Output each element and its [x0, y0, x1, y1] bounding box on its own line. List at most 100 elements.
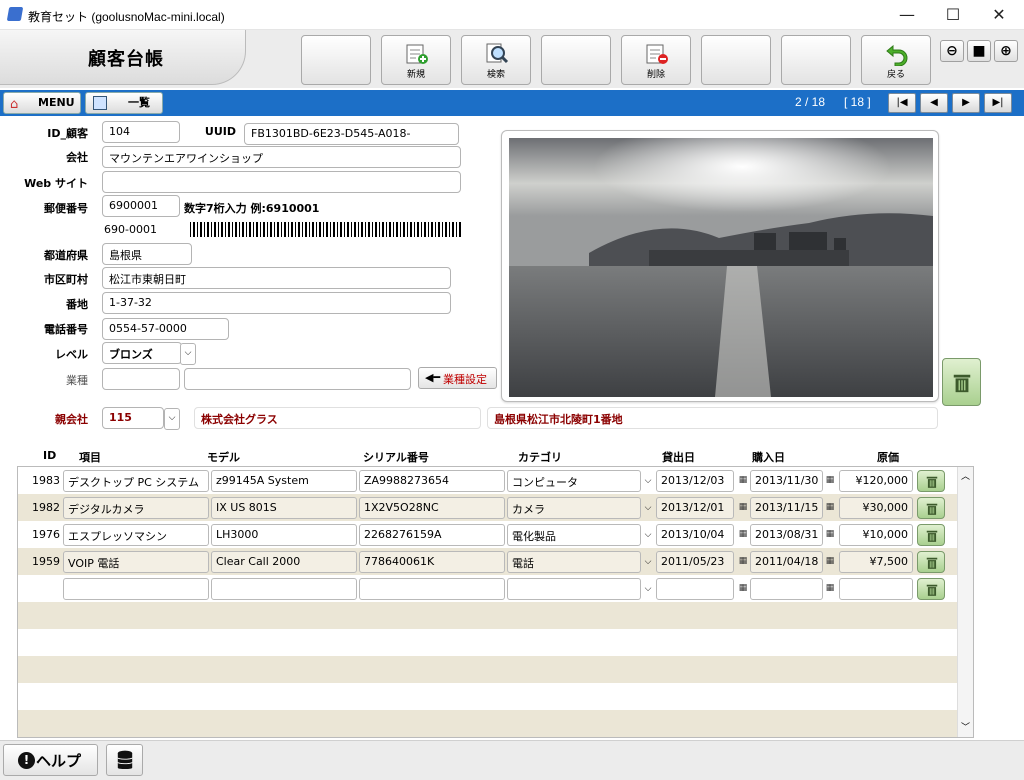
- cell-cost[interactable]: ¥120,000: [839, 470, 913, 492]
- category-dropdown-icon[interactable]: ⌵: [641, 524, 655, 546]
- cell-model[interactable]: IX US 801S: [211, 497, 357, 519]
- toolbar-blank-button-3[interactable]: [701, 35, 771, 85]
- zip-label: 郵便番号: [44, 202, 88, 215]
- row-id: 1982: [32, 501, 60, 514]
- back-button[interactable]: 戻る: [861, 35, 931, 85]
- calendar-icon[interactable]: ▦: [823, 552, 837, 572]
- cell-serial[interactable]: ZA9988273654: [359, 470, 505, 492]
- cell-buy[interactable]: 2013/11/15: [750, 497, 823, 519]
- cell-serial[interactable]: 778640061K: [359, 551, 505, 573]
- toolbar-blank-button-1[interactable]: [301, 35, 371, 85]
- zoom-out-button[interactable]: ⊖: [940, 40, 964, 62]
- search-button[interactable]: 検索: [461, 35, 531, 85]
- calendar-icon[interactable]: ▦: [736, 471, 750, 491]
- cell-lend[interactable]: 2013/10/04: [656, 524, 734, 546]
- menu-button[interactable]: ⌂ MENU: [3, 92, 81, 114]
- website-field[interactable]: [102, 171, 461, 193]
- category-dropdown-icon[interactable]: ⌵: [641, 497, 655, 519]
- delete-photo-button[interactable]: [942, 358, 981, 406]
- cell-cost[interactable]: ¥7,500: [839, 551, 913, 573]
- database-button[interactable]: [106, 744, 143, 776]
- category-dropdown-icon[interactable]: ⌵: [641, 551, 655, 573]
- cell-buy[interactable]: 2011/04/18: [750, 551, 823, 573]
- industry-settings-button[interactable]: ◀━ 業種設定: [418, 367, 497, 389]
- level-dropdown-icon[interactable]: ⌵: [180, 343, 196, 365]
- maximize-button[interactable]: ☐: [930, 2, 976, 28]
- toolbar-blank-button-2[interactable]: [541, 35, 611, 85]
- cell-buy[interactable]: 2013/11/30: [750, 470, 823, 492]
- delete-row-button[interactable]: [917, 497, 945, 519]
- cell-model[interactable]: Clear Call 2000: [211, 551, 357, 573]
- parent-dropdown-icon[interactable]: ⌵: [164, 408, 180, 430]
- cell-model[interactable]: LH3000: [211, 524, 357, 546]
- equipment-table: 1983 デスクトップ PC システム z99145A System ZA998827…: [17, 466, 974, 738]
- phone-field[interactable]: 0554-57-0000: [102, 318, 229, 340]
- scroll-down-icon[interactable]: ﹀: [961, 720, 970, 733]
- cell-lend[interactable]: 2013/12/03: [656, 470, 734, 492]
- cell-lend[interactable]: 2013/12/01: [656, 497, 734, 519]
- cell-item[interactable]: [63, 578, 209, 600]
- calendar-icon[interactable]: ▦: [736, 579, 750, 599]
- list-button[interactable]: 一覧: [85, 92, 163, 114]
- cell-category[interactable]: 電話: [507, 551, 641, 573]
- calendar-icon[interactable]: ▦: [823, 471, 837, 491]
- delete-row-button[interactable]: [917, 470, 945, 492]
- close-button[interactable]: ✕: [976, 2, 1022, 28]
- photo-frame[interactable]: [501, 130, 939, 402]
- cell-item[interactable]: デスクトップ PC システム: [63, 470, 209, 492]
- calendar-icon[interactable]: ▦: [823, 525, 837, 545]
- category-dropdown-icon[interactable]: ⌵: [641, 470, 655, 492]
- cell-model[interactable]: [211, 578, 357, 600]
- cell-serial[interactable]: [359, 578, 505, 600]
- cell-cost[interactable]: ¥30,000: [839, 497, 913, 519]
- city-field[interactable]: 松江市東朝日町: [102, 267, 451, 289]
- minimize-button[interactable]: —: [884, 2, 930, 28]
- help-button[interactable]: ! ヘルプ: [3, 744, 98, 776]
- address-field[interactable]: 1-37-32: [102, 292, 451, 314]
- new-button[interactable]: 新規: [381, 35, 451, 85]
- stop-button[interactable]: ■: [967, 40, 991, 62]
- cell-buy[interactable]: [750, 578, 823, 600]
- delete-row-button[interactable]: [917, 551, 945, 573]
- toolbar-blank-button-4[interactable]: [781, 35, 851, 85]
- cell-buy[interactable]: 2013/08/31: [750, 524, 823, 546]
- uuid-field[interactable]: FB1301BD-6E23-D545-A018-: [244, 123, 459, 145]
- next-record-button[interactable]: ▶: [952, 93, 980, 113]
- pref-field[interactable]: 島根県: [102, 243, 192, 265]
- cell-serial[interactable]: 1X2V5O28NC: [359, 497, 505, 519]
- zoom-in-button[interactable]: ⊕: [994, 40, 1018, 62]
- cell-category[interactable]: コンピュータ: [507, 470, 641, 492]
- table-scrollbar[interactable]: ︿ ﹀: [957, 467, 973, 737]
- calendar-icon[interactable]: ▦: [736, 525, 750, 545]
- cell-lend[interactable]: 2011/05/23: [656, 551, 734, 573]
- industry-field-2[interactable]: [184, 368, 411, 390]
- cell-category[interactable]: カメラ: [507, 497, 641, 519]
- delete-row-button[interactable]: [917, 524, 945, 546]
- cell-cost[interactable]: [839, 578, 913, 600]
- cell-item[interactable]: デジタルカメラ: [63, 497, 209, 519]
- cell-serial[interactable]: 2268276159A: [359, 524, 505, 546]
- company-field[interactable]: マウンテンエアワインショップ: [102, 146, 461, 168]
- calendar-icon[interactable]: ▦: [823, 498, 837, 518]
- industry-field-1[interactable]: [102, 368, 180, 390]
- cell-item[interactable]: VOIP 電話: [63, 551, 209, 573]
- calendar-icon[interactable]: ▦: [736, 552, 750, 572]
- cell-category[interactable]: [507, 578, 641, 600]
- scroll-up-icon[interactable]: ︿: [961, 469, 970, 482]
- calendar-icon[interactable]: ▦: [736, 498, 750, 518]
- prev-record-button[interactable]: ◀: [920, 93, 948, 113]
- delete-button[interactable]: 削除: [621, 35, 691, 85]
- zip-field[interactable]: 6900001: [102, 195, 180, 217]
- category-dropdown-icon[interactable]: ⌵: [641, 578, 655, 600]
- first-record-button[interactable]: |◀: [888, 93, 916, 113]
- parent-id-field[interactable]: 115: [102, 407, 164, 429]
- cell-model[interactable]: z99145A System: [211, 470, 357, 492]
- level-select[interactable]: ブロンズ: [102, 342, 182, 364]
- calendar-icon[interactable]: ▦: [823, 579, 837, 599]
- cell-lend[interactable]: [656, 578, 734, 600]
- delete-row-button[interactable]: [917, 578, 945, 600]
- cell-cost[interactable]: ¥10,000: [839, 524, 913, 546]
- last-record-button[interactable]: ▶|: [984, 93, 1012, 113]
- cell-category[interactable]: 電化製品: [507, 524, 641, 546]
- cell-item[interactable]: エスプレッソマシン: [63, 524, 209, 546]
